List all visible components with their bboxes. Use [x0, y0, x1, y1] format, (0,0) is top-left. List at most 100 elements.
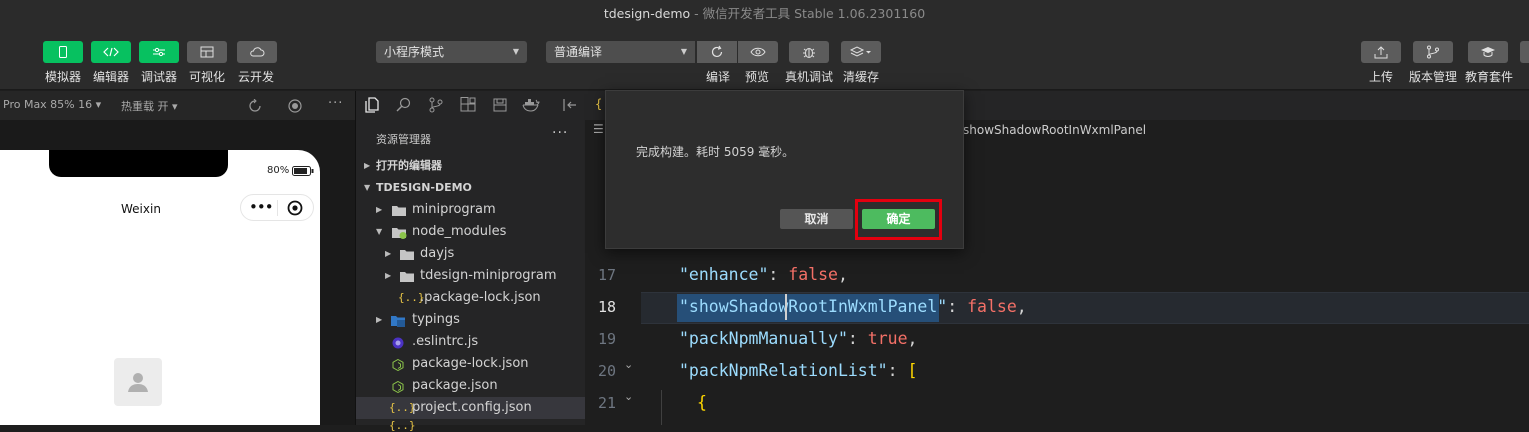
editor-label: 编辑器 — [93, 70, 130, 84]
device-select[interactable]: Pro Max 85% 16 ▾ — [3, 98, 101, 111]
activity-bar — [356, 91, 585, 120]
simulator-toolbar: Pro Max 85% 16 ▾ 热重载 开 ▾ ··· — [0, 91, 355, 120]
folder-icon — [392, 206, 406, 216]
rotate-icon[interactable] — [248, 99, 262, 113]
education-kit-button[interactable] — [1468, 41, 1508, 63]
project-section[interactable]: ▼ TDESIGN-DEMO — [356, 177, 585, 199]
tree-file-dot-package-lock[interactable]: {..} .package-lock.json — [356, 287, 585, 309]
more-toolbar-button[interactable] — [1520, 41, 1529, 63]
battery-percent: 80% — [267, 165, 290, 176]
close-mini-program-icon[interactable] — [287, 200, 303, 216]
remote-debug-button[interactable] — [789, 41, 829, 63]
json-icon: { — [595, 97, 603, 111]
tree-item-label: node_modules — [412, 224, 507, 239]
capsule-divider — [277, 200, 278, 216]
hot-reload-toggle[interactable]: 热重载 开 ▾ — [121, 98, 178, 114]
tree-item-label: .eslintrc.js — [412, 334, 479, 349]
npm-icon — [392, 381, 404, 393]
json-icon: {..} — [389, 419, 416, 432]
tree-item-label: project.config.json — [412, 400, 532, 415]
remote-debug-label: 真机调试 — [785, 70, 834, 84]
chevron-down-icon: ▼ — [512, 47, 519, 56]
code-line[interactable]: "packNpmManually": true, — [679, 329, 917, 348]
files-icon[interactable] — [364, 97, 380, 113]
json-punct: , — [1016, 297, 1027, 316]
chevron-down-icon: ▼ — [376, 227, 383, 236]
compile-button[interactable] — [697, 41, 737, 63]
debugger-toggle-button[interactable] — [139, 41, 179, 63]
window-title-bar: tdesign-demo - 微信开发者工具 Stable 1.06.23011… — [0, 0, 1529, 30]
cloud-dev-button[interactable] — [237, 41, 277, 63]
cancel-button[interactable]: 取消 — [780, 209, 853, 229]
bug-icon — [803, 48, 815, 58]
clear-cache-button[interactable] — [841, 41, 881, 63]
upload-button[interactable] — [1361, 41, 1401, 63]
phone-icon — [59, 46, 67, 58]
eye-icon — [750, 47, 766, 57]
storage-icon[interactable] — [492, 97, 508, 113]
preview-button[interactable] — [738, 41, 778, 63]
tree-folder-node-modules[interactable]: ▼ node_modules — [356, 221, 585, 243]
json-bracket: [ — [907, 361, 918, 380]
chevron-right-icon: ▶ — [385, 271, 392, 280]
line-number-current: 18 — [597, 298, 616, 316]
upload-icon — [1374, 46, 1388, 59]
version-control-button[interactable] — [1413, 41, 1453, 63]
compile-mode-value: 普通编译 — [554, 45, 603, 59]
folder-icon — [400, 272, 414, 282]
tree-folder-dayjs[interactable]: ▶ dayjs — [356, 243, 585, 265]
json-key: "packNpmRelationList" — [679, 361, 888, 380]
record-icon[interactable] — [288, 99, 302, 113]
code-line-current[interactable]: "showShadowRootInWxmlPanel": false, — [679, 297, 1027, 316]
json-value: false — [788, 265, 838, 284]
tree-file-project-config[interactable]: {..} project.config.json — [356, 397, 585, 419]
tree-file-package-json[interactable]: package.json — [356, 375, 585, 397]
chevron-down-icon: ▼ — [364, 183, 371, 192]
source-control-icon[interactable] — [428, 97, 444, 113]
user-icon — [128, 373, 148, 392]
capsule-menu[interactable]: ••• — [240, 194, 314, 221]
tree-file-package-lock[interactable]: package-lock.json — [356, 353, 585, 375]
fold-chevron-icon[interactable]: ⌄ — [624, 390, 633, 403]
chevron-right-icon: ▶ — [376, 205, 383, 214]
fold-chevron-icon[interactable]: ⌄ — [624, 358, 633, 371]
compile-mode-select[interactable]: 普通编译 ▼ — [546, 41, 695, 63]
tree-item-label: typings — [412, 312, 460, 327]
window-title: tdesign-demo — [603, 6, 691, 21]
json-sep: : — [847, 329, 868, 348]
json-sep: : — [768, 265, 789, 284]
open-editors-section[interactable]: ▶ 打开的编辑器 — [356, 155, 585, 177]
clear-cache-label: 清缓存 — [843, 70, 880, 84]
code-line[interactable]: "packNpmRelationList": [ — [679, 361, 917, 380]
explorer-more-icon[interactable]: ··· — [552, 125, 568, 141]
tree-folder-tdesign[interactable]: ▶ tdesign-miniprogram — [356, 265, 585, 287]
docker-icon[interactable] — [522, 97, 540, 113]
line-number: 20 — [597, 362, 616, 380]
simulator-more-icon[interactable]: ··· — [328, 96, 343, 111]
tree-folder-miniprogram[interactable]: ▶ miniprogram — [356, 199, 585, 221]
extensions-icon[interactable] — [460, 97, 476, 113]
tree-item-label: package-lock.json — [412, 356, 529, 371]
code-line[interactable]: { — [697, 393, 707, 412]
avatar[interactable] — [114, 358, 162, 406]
visual-toggle-button[interactable] — [187, 41, 227, 63]
collapse-panel-icon[interactable] — [562, 97, 578, 113]
refresh-icon — [711, 45, 723, 58]
visual-label: 可视化 — [189, 70, 226, 84]
editor-toggle-button[interactable] — [91, 41, 131, 63]
breadcrumb-item[interactable]: showShadowRootInWxmlPanel — [963, 123, 1146, 137]
section-label: TDESIGN-DEMO — [376, 181, 472, 194]
simulator-label: 模拟器 — [45, 70, 82, 84]
json-bracket: { — [697, 393, 707, 412]
simulator-toggle-button[interactable] — [43, 41, 83, 63]
chevron-right-icon: ▶ — [376, 315, 383, 324]
debugger-label: 调试器 — [141, 70, 178, 84]
mode-select[interactable]: 小程序模式 ▼ — [376, 41, 527, 63]
chevron-right-icon: ▶ — [364, 161, 371, 170]
code-line[interactable]: "enhance": false, — [679, 265, 848, 284]
phone-notch — [49, 150, 228, 177]
search-icon[interactable] — [396, 97, 412, 113]
tree-folder-typings[interactable]: ▶ typings — [356, 309, 585, 331]
more-dots-icon[interactable]: ••• — [249, 198, 274, 216]
tree-file-eslintrc[interactable]: .eslintrc.js — [356, 331, 585, 353]
